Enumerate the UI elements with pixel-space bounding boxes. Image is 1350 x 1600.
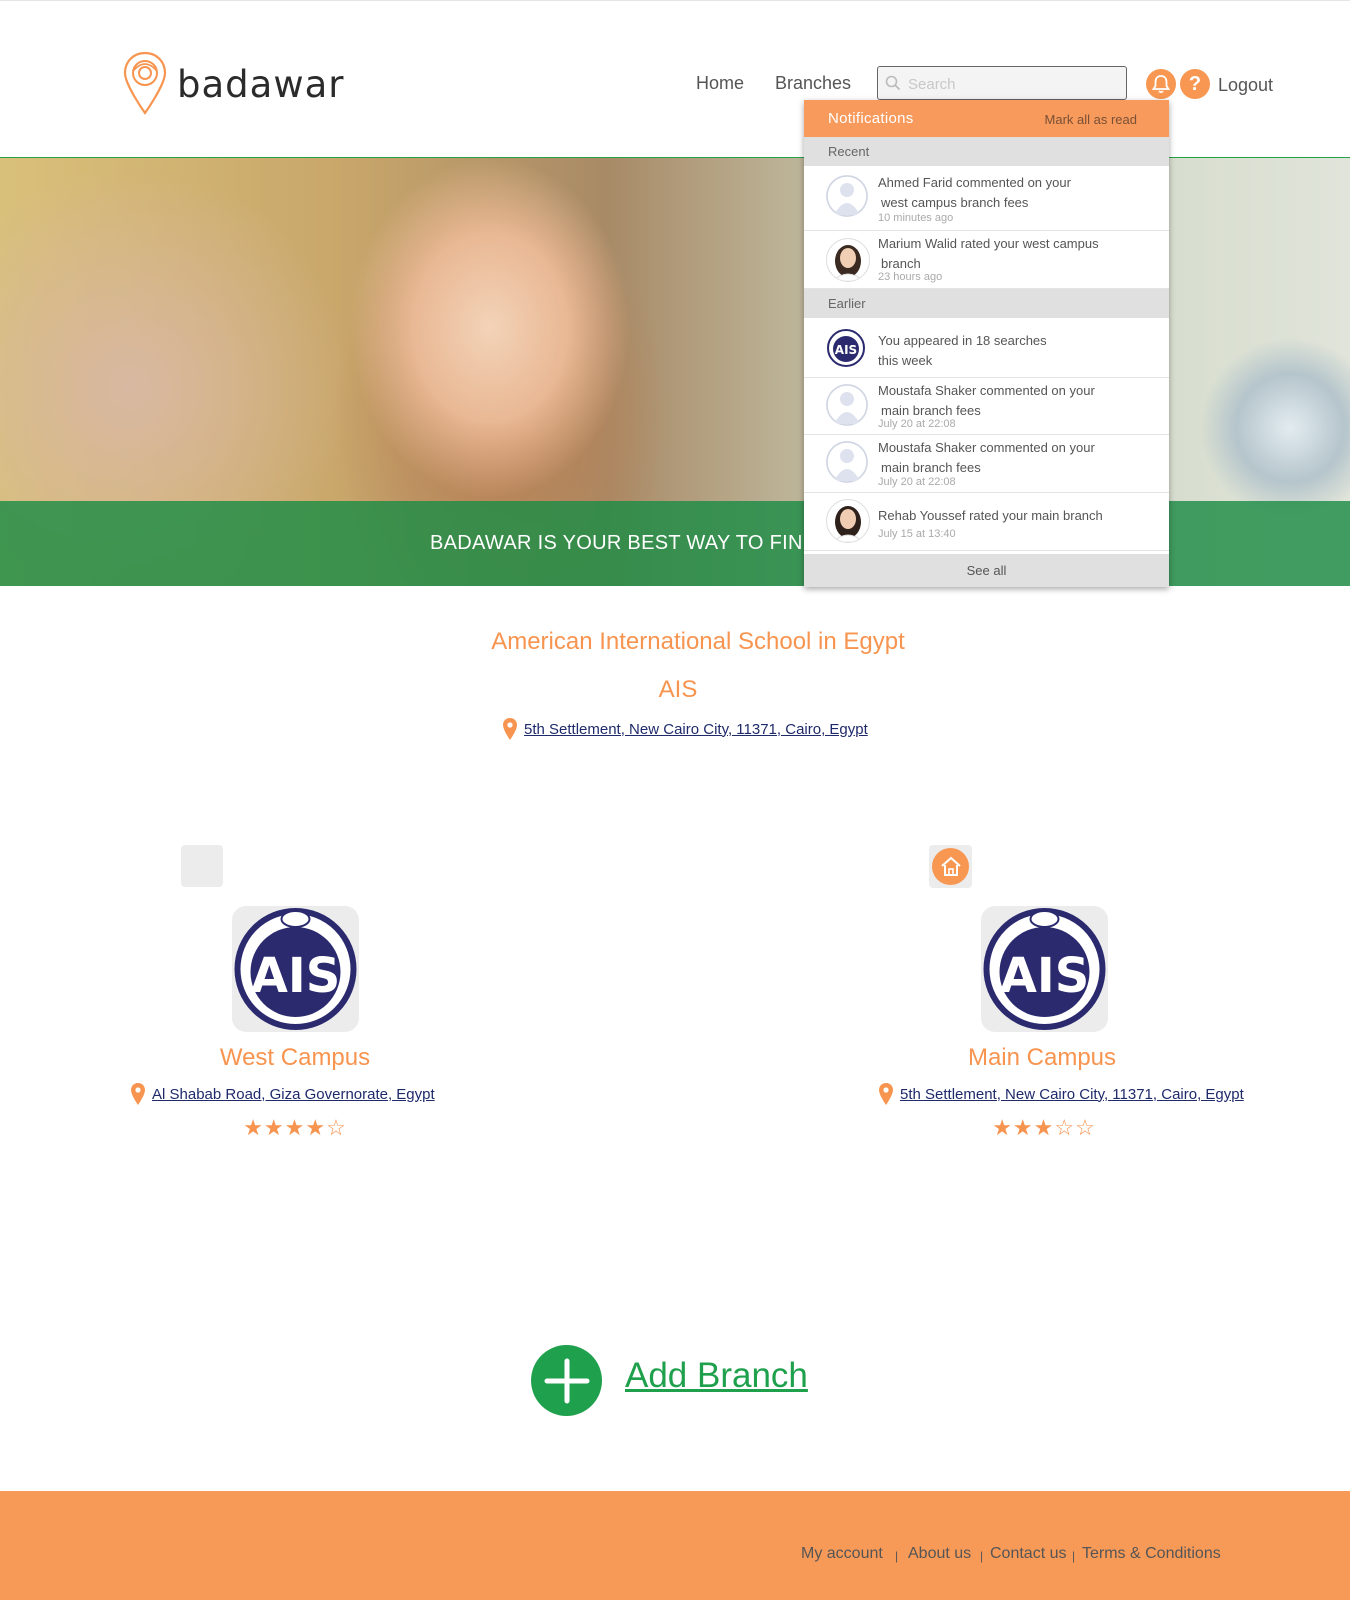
add-branch-button[interactable] [531, 1345, 602, 1416]
footer-about-link[interactable]: About us [908, 1545, 971, 1563]
nav-branches-link[interactable]: Branches [775, 73, 851, 94]
badawar-logo[interactable]: badawar [123, 51, 344, 117]
search-input[interactable] [906, 72, 1120, 96]
hero-tagline: BADAWAR IS YOUR BEST WAY TO FIND [430, 532, 818, 554]
logout-link[interactable]: Logout [1218, 75, 1273, 96]
branch-address-link[interactable]: 5th Settlement, New Cairo City, 11371, C… [900, 1086, 1244, 1103]
location-pin-icon [503, 718, 517, 740]
notification-item[interactable]: Ahmed Farid commented on your west campu… [804, 166, 1169, 231]
school-address: 5th Settlement, New Cairo City, 11371, C… [502, 717, 868, 741]
bell-icon [1151, 75, 1171, 94]
school-name: American International School in Egypt [491, 628, 905, 655]
svg-text:AIS: AIS [251, 948, 341, 1004]
notification-time: 10 minutes ago [878, 212, 954, 224]
rating-stars: ★★★★☆ [243, 1115, 347, 1140]
user-placeholder-avatar [826, 175, 868, 217]
notification-text: Marium Walid rated your west campus bran… [878, 236, 1099, 271]
user-photo-avatar [826, 499, 870, 543]
add-branch-link[interactable]: Add Branch [625, 1356, 808, 1396]
notification-text: Moustafa Shaker commented on your main b… [878, 383, 1095, 418]
ais-logo: AIS [983, 908, 1106, 1030]
school-abbreviation: AIS [658, 676, 698, 703]
notification-text: Ahmed Farid commented on your west campu… [878, 175, 1071, 210]
footer-separator: | [1072, 1549, 1076, 1563]
footer-separator: | [980, 1549, 984, 1563]
notification-item[interactable]: AIS You appeared in 18 searches this wee… [804, 318, 1169, 378]
notification-item[interactable]: Marium Walid rated your west campus bran… [804, 231, 1169, 289]
plus-icon [544, 1358, 589, 1403]
footer-contact-link[interactable]: Contact us [990, 1545, 1066, 1563]
notifications-dropdown: Notifications Mark all as read Recent Ah… [804, 100, 1169, 587]
section-label: Recent [828, 144, 870, 159]
branch-address-link[interactable]: Al Shabab Road, Giza Governorate, Egypt [152, 1086, 435, 1103]
svg-text:AIS: AIS [835, 343, 857, 357]
set-main-branch-button[interactable] [181, 845, 223, 887]
branch-name[interactable]: West Campus [145, 1044, 445, 1072]
site-footer: My account | About us | Contact us | Ter… [0, 1491, 1350, 1600]
svg-text:AIS: AIS [1000, 948, 1090, 1004]
question-mark-icon: ? [1188, 72, 1202, 95]
notification-text: Moustafa Shaker commented on your main b… [878, 440, 1095, 475]
school-address-link[interactable]: 5th Settlement, New Cairo City, 11371, C… [524, 721, 868, 738]
map-pin-logo-icon [123, 51, 167, 115]
footer-terms-link[interactable]: Terms & Conditions [1082, 1545, 1221, 1563]
location-pin-icon [879, 1083, 893, 1105]
west-campus-logo[interactable]: AIS [232, 906, 359, 1032]
notifications-header: Notifications Mark all as read [804, 100, 1169, 137]
branch-address: 5th Settlement, New Cairo City, 11371, C… [878, 1082, 1244, 1106]
footer-separator: | [895, 1549, 899, 1563]
section-label: Earlier [828, 296, 866, 311]
section-recent: Recent [804, 137, 1169, 166]
help-button[interactable]: ? [1180, 69, 1210, 99]
brand-name: badawar [177, 62, 345, 106]
notifications-bell-button[interactable] [1146, 69, 1176, 99]
see-all-button[interactable]: See all [804, 554, 1169, 587]
notification-item[interactable]: Moustafa Shaker commented on your main b… [804, 435, 1169, 493]
section-earlier: Earlier [804, 289, 1169, 318]
notification-text: Rehab Youssef rated your main branch [878, 508, 1103, 523]
mark-all-read-button[interactable]: Mark all as read [1045, 112, 1137, 127]
notification-time: July 20 at 22:08 [878, 476, 956, 488]
user-placeholder-avatar [826, 384, 868, 426]
rating-stars: ★★★☆☆ [992, 1115, 1096, 1140]
main-campus-logo[interactable]: AIS [981, 906, 1108, 1032]
main-branch-indicator[interactable] [929, 845, 972, 888]
footer-my-account-link[interactable]: My account [801, 1545, 883, 1563]
search-box[interactable] [877, 66, 1127, 100]
branch-name[interactable]: Main Campus [892, 1044, 1192, 1072]
ais-logo-avatar: AIS [826, 328, 866, 368]
notification-item[interactable]: Moustafa Shaker commented on your main b… [804, 378, 1169, 435]
ais-logo: AIS [234, 908, 357, 1030]
notification-item[interactable]: Rehab Youssef rated your main branch Jul… [804, 493, 1169, 551]
home-icon [940, 856, 961, 876]
user-photo-avatar [826, 238, 870, 282]
location-pin-icon [131, 1083, 145, 1105]
user-placeholder-avatar [826, 441, 868, 483]
branch-address: Al Shabab Road, Giza Governorate, Egypt [130, 1082, 435, 1106]
notification-time: July 15 at 13:40 [878, 528, 956, 540]
notification-time: 23 hours ago [878, 271, 943, 283]
notification-text: You appeared in 18 searches this week [878, 333, 1047, 368]
notifications-title: Notifications [828, 110, 914, 127]
nav-home-link[interactable]: Home [696, 73, 744, 94]
notification-time: July 20 at 22:08 [878, 418, 956, 430]
search-icon [885, 75, 901, 91]
